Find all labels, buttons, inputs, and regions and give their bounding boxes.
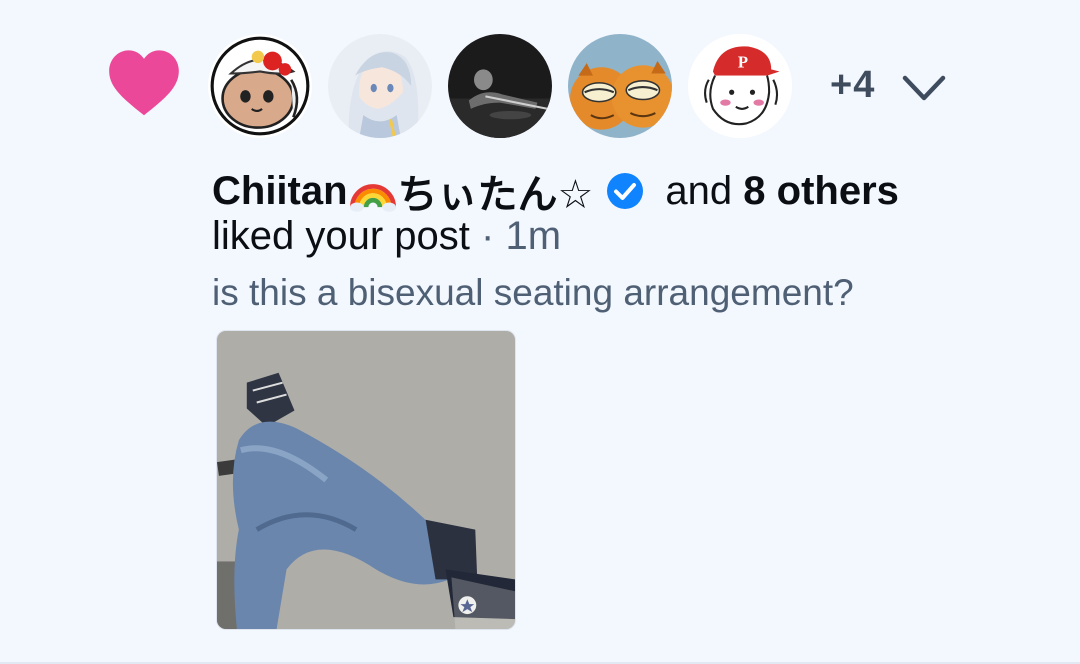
separator: ·	[469, 214, 506, 258]
action-text: liked your post	[212, 214, 470, 258]
avatar-anime-girl[interactable]	[328, 34, 432, 138]
notification-card[interactable]: P +4 Chiitan ちぃたん☆ and 8 others liked yo…	[0, 0, 1080, 664]
svg-text:P: P	[738, 52, 748, 71]
avatar-chiitan[interactable]	[208, 34, 312, 138]
actor-name-suffix[interactable]: ちぃたん☆	[398, 162, 594, 220]
more-avatars-count[interactable]: +4	[830, 64, 875, 107]
chevron-down-icon[interactable]	[900, 72, 948, 106]
avatar-garfield[interactable]	[568, 34, 672, 138]
verified-check-icon	[607, 173, 644, 209]
avatar-doodle-cap[interactable]: P	[688, 34, 792, 138]
post-text[interactable]: is this a bisexual seating arrangement?	[212, 272, 854, 314]
rainbow-icon	[349, 184, 396, 212]
post-image-thumbnail[interactable]	[216, 330, 516, 630]
notification-action: liked your post · 1m	[212, 214, 561, 259]
notification-headline: Chiitan ちぃたん☆ and 8 others	[212, 162, 899, 220]
and-text: and	[665, 168, 733, 213]
timestamp: 1m	[505, 214, 562, 258]
others-text[interactable]: 8 others	[743, 169, 899, 214]
avatar-billiards[interactable]	[448, 34, 552, 138]
heart-icon	[109, 50, 179, 116]
actor-name[interactable]: Chiitan	[212, 169, 348, 214]
